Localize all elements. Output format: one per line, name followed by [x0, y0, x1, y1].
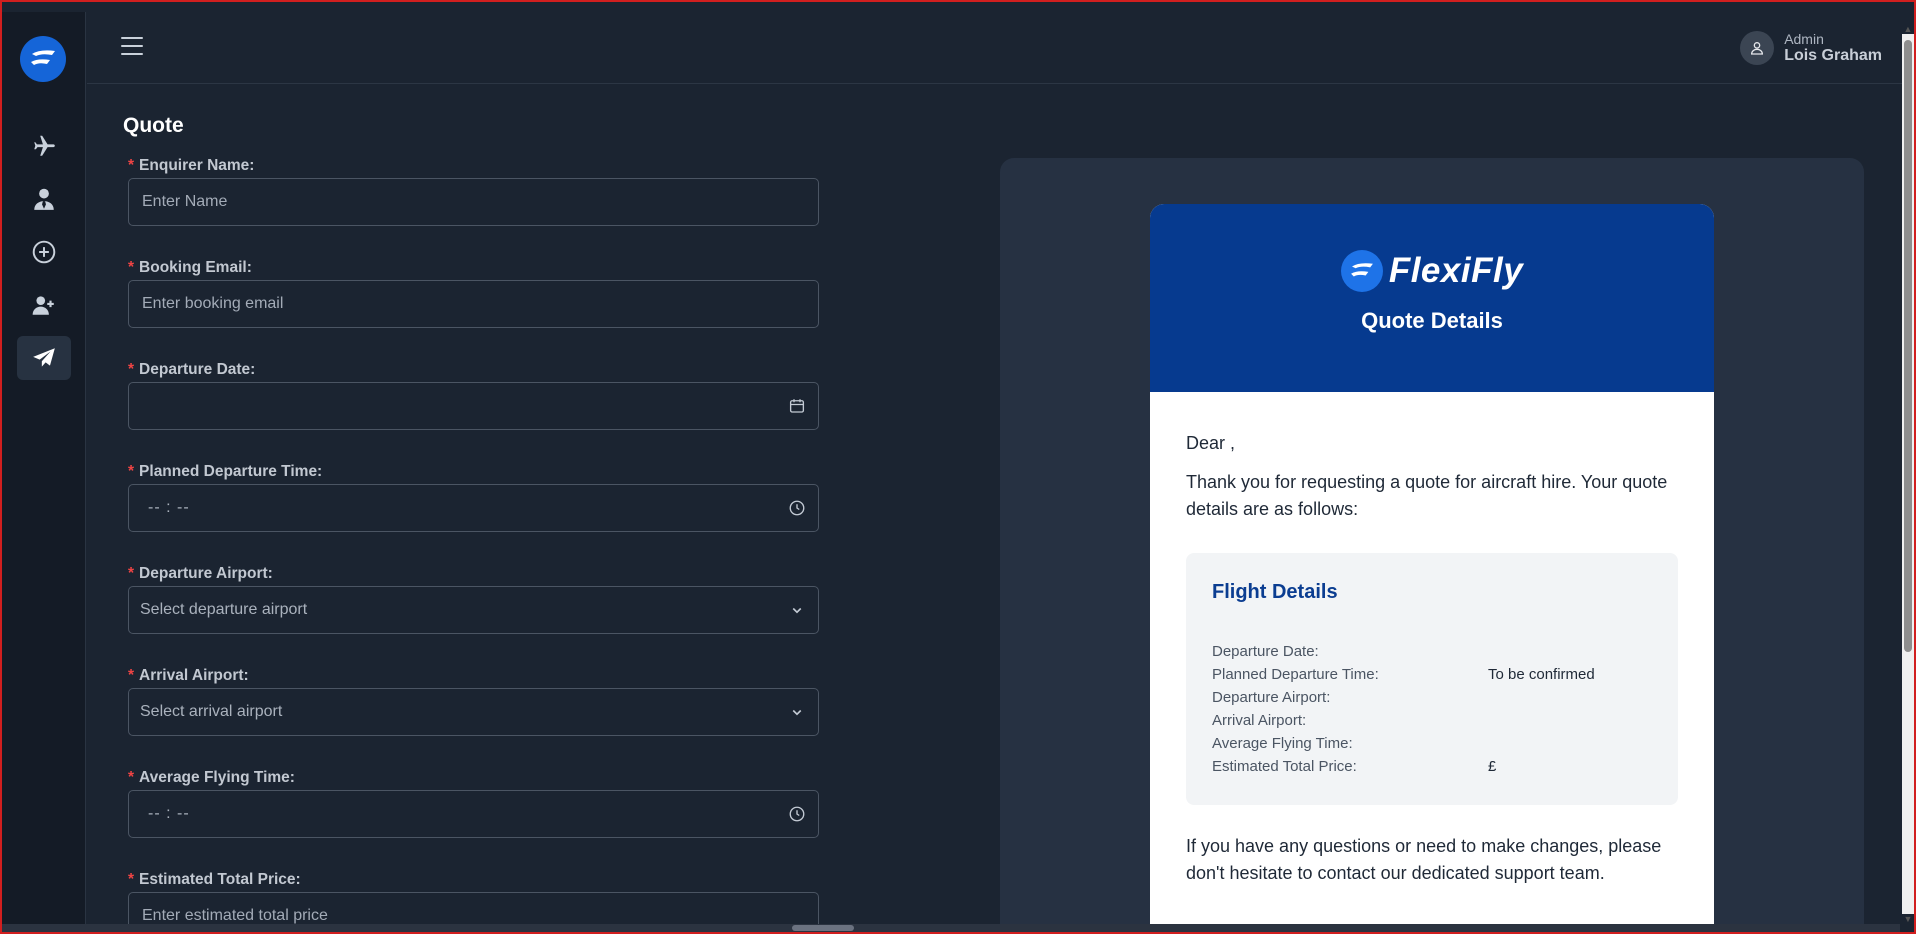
estimated-total-price-input[interactable]: [142, 907, 805, 925]
detail-row: Arrival Airport:: [1212, 712, 1307, 729]
departure-date-field[interactable]: [128, 382, 819, 430]
avatar: [1740, 31, 1775, 65]
departure-date-label: * Departure Date:: [128, 361, 256, 378]
email-closing: If you have any questions or need to mak…: [1186, 836, 1662, 883]
clock-icon[interactable]: [788, 499, 806, 517]
required-marker: *: [128, 565, 135, 582]
detail-row: Average Flying Time:: [1212, 735, 1353, 752]
booking-email-label: * Booking Email:: [128, 259, 252, 276]
email-title: Quote Details: [1361, 308, 1503, 333]
brand-logo-icon: [1340, 250, 1383, 292]
planned-departure-time-value: -- : --: [148, 499, 190, 516]
brand-name: FlexiFly: [1388, 251, 1524, 290]
required-marker: *: [128, 769, 135, 786]
arrival-airport-label: * Arrival Airport:: [128, 667, 249, 684]
user-tie-icon: [34, 188, 54, 210]
user-menu[interactable]: Admin Lois Graham: [1740, 28, 1882, 68]
email-greeting: Dear ,: [1186, 433, 1236, 453]
brand: FlexiFly: [1340, 250, 1524, 292]
user-icon: [1751, 42, 1764, 55]
scroll-thumb[interactable]: [792, 925, 854, 931]
sidebar-item-staff[interactable]: [17, 177, 71, 221]
horizontal-scrollbar[interactable]: [2, 924, 1900, 932]
flight-details-title: Flight Details: [1212, 581, 1338, 603]
email-preview: FlexiFly Quote Details Dear , Thank you …: [1150, 204, 1714, 934]
average-flying-time-field[interactable]: -- : --: [128, 790, 819, 838]
enquirer-name-input[interactable]: [142, 193, 805, 211]
vertical-scrollbar[interactable]: ▲ ▼: [1902, 24, 1914, 924]
top-bar: Admin Lois Graham: [87, 12, 1904, 84]
user-name: Lois Graham: [1784, 47, 1882, 64]
enquirer-name-label: * Enquirer Name:: [128, 157, 255, 174]
chevron-down-icon: [788, 703, 806, 721]
scroll-thumb[interactable]: [1904, 40, 1912, 652]
paper-plane-icon: [33, 348, 55, 367]
plus-circle-icon: [32, 240, 56, 264]
booking-email-input[interactable]: [142, 295, 805, 313]
flight-details-card: Flight Details Departure Date: Planned D…: [1186, 553, 1678, 805]
sidebar-item-flights[interactable]: [17, 124, 71, 168]
app-logo[interactable]: [20, 36, 66, 82]
email-body: Dear , Thank you for requesting a quote …: [1150, 392, 1714, 887]
average-flying-time-label: * Average Flying Time:: [128, 769, 295, 786]
calendar-icon[interactable]: [788, 397, 806, 415]
required-marker: *: [128, 463, 135, 480]
sidebar-item-quote[interactable]: [17, 336, 71, 380]
required-marker: *: [128, 157, 135, 174]
arrival-airport-select[interactable]: Select arrival airport: [128, 688, 819, 736]
detail-row: Planned Departure Time: To be confirmed: [1212, 666, 1595, 683]
menu-toggle-icon[interactable]: [121, 37, 143, 55]
booking-email-field[interactable]: [128, 280, 819, 328]
detail-row: Departure Date:: [1212, 643, 1319, 660]
sidebar: [2, 12, 86, 924]
logo-mark-icon: [31, 50, 55, 65]
departure-airport-label: * Departure Airport:: [128, 565, 273, 582]
email-header: FlexiFly Quote Details: [1150, 204, 1714, 392]
scroll-up-icon[interactable]: ▲: [1903, 24, 1913, 34]
planned-departure-time-field[interactable]: -- : --: [128, 484, 819, 532]
planned-departure-time-label: * Planned Departure Time:: [128, 463, 323, 480]
required-marker: *: [128, 667, 135, 684]
sidebar-item-add[interactable]: [17, 230, 71, 274]
page-title: Quote: [123, 114, 184, 137]
required-marker: *: [128, 871, 135, 888]
detail-row: Estimated Total Price: £: [1212, 758, 1497, 775]
clock-icon[interactable]: [788, 805, 806, 823]
required-marker: *: [128, 259, 135, 276]
sidebar-item-add-user[interactable]: [17, 283, 71, 327]
average-flying-time-value: -- : --: [148, 805, 190, 822]
detail-row: Departure Airport:: [1212, 689, 1331, 706]
user-plus-icon: [32, 296, 54, 315]
user-role: Admin: [1784, 31, 1824, 47]
departure-airport-select[interactable]: Select departure airport: [128, 586, 819, 634]
scroll-down-icon[interactable]: ▼: [1903, 914, 1913, 924]
enquirer-name-field[interactable]: [128, 178, 819, 226]
chevron-down-icon: [788, 601, 806, 619]
departure-airport-placeholder: Select departure airport: [140, 601, 308, 618]
required-marker: *: [128, 361, 135, 378]
arrival-airport-placeholder: Select arrival airport: [140, 703, 283, 720]
estimated-total-price-label: * Estimated Total Price:: [128, 871, 301, 888]
plane-icon: [34, 135, 55, 156]
email-intro: Thank you for requesting a quote for air…: [1186, 472, 1668, 519]
